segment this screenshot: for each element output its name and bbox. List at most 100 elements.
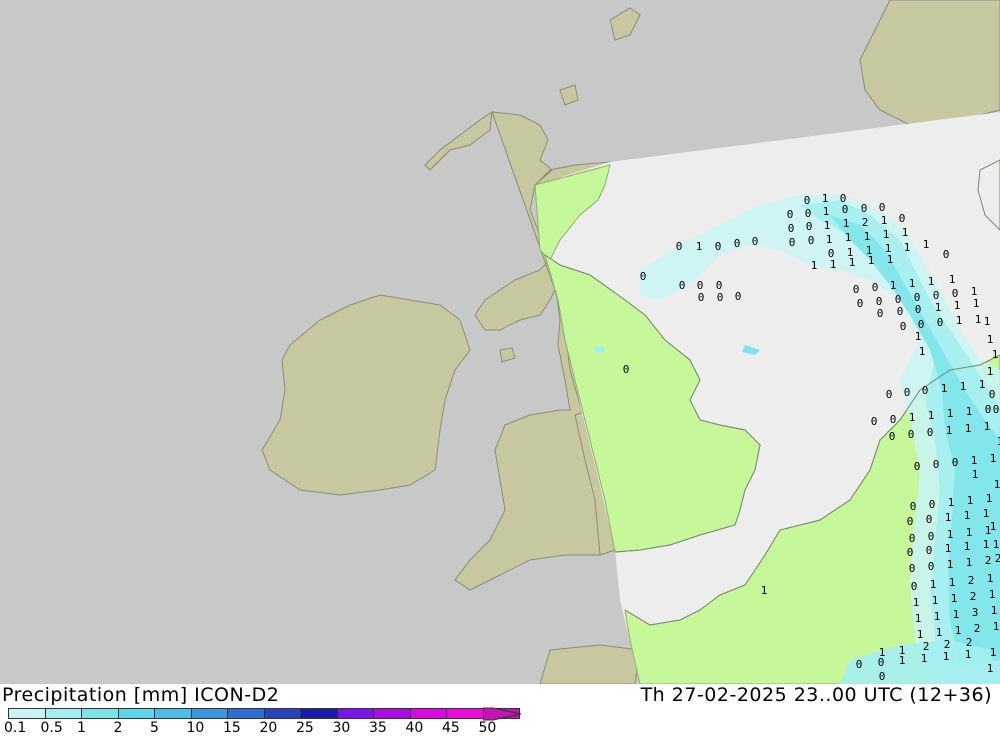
precip-value: 1 [883,228,890,241]
precip-value: 1 [987,662,994,675]
precip-value: 1 [951,592,958,605]
legend-label: 45 [442,720,460,736]
precip-value: 0 [842,203,849,216]
precip-value: 1 [987,365,994,378]
legend-label: 40 [405,720,424,736]
precip-value: 0 [900,320,907,333]
precip-value: 0 [752,235,759,248]
precip-value: 0 [808,234,815,247]
precip-value: 0 [927,426,934,439]
legend-swatch [117,708,155,719]
precip-value: 0 [879,201,886,214]
legend-swatch [44,708,82,719]
legend-label: 30 [332,720,351,736]
precip-value: 0 [907,546,914,559]
precip-value: 1 [811,259,818,272]
precip-value: 1 [947,558,954,571]
precip-value: 1 [985,524,992,537]
precip-value: 1 [864,230,871,243]
precip-value: 1 [983,507,990,520]
precip-value: 0 [698,291,705,304]
precip-value: 0 [679,279,686,292]
precip-value: 0 [861,202,868,215]
precip-value: 1 [909,277,916,290]
legend-swatch [8,708,46,719]
precip-value: 1 [972,468,979,481]
precip-value: 1 [945,511,952,524]
precip-value: 0 [789,236,796,249]
precip-value: 0 [908,428,915,441]
precip-value: 1 [989,588,996,601]
precip-value: 1 [949,273,956,286]
precip-value: 1 [823,205,830,218]
precip-value: 1 [953,608,960,621]
legend-label: 25 [296,720,314,736]
precip-value: 1 [990,452,997,465]
precip-value: 1 [973,297,980,310]
precip-value: 1 [932,594,939,607]
precip-value: 2 [970,590,977,603]
precip-value: 1 [904,241,911,254]
precip-value: 0 [911,580,918,593]
legend-swatch [263,708,301,719]
legend-swatch [81,708,119,719]
precip-value: 0 [910,500,917,513]
precip-value: 0 [877,307,884,320]
precip-value: 1 [845,231,852,244]
precip-value: 0 [937,316,944,329]
precip-value: 1 [946,424,953,437]
color-legend: 0.1 0.5 1 2 5 10 15 20 25 30 35 40 45 50 [0,706,530,736]
precip-value: 1 [824,219,831,232]
precip-value: 1 [979,378,986,391]
precip-value: 1 [992,348,999,361]
precip-value: 1 [954,299,961,312]
precip-value: 1 [949,576,956,589]
precip-value: 1 [761,584,768,597]
legend-label: 5 [150,720,159,736]
precip-value: 1 [890,279,897,292]
precip-value: 1 [964,540,971,553]
precip-value: 1 [967,494,974,507]
precip-value: 1 [960,380,967,393]
precip-value: 1 [945,542,952,555]
precip-value: 1 [975,313,982,326]
precip-value: 0 [897,305,904,318]
precip-value: 1 [830,258,837,271]
precip-value: 1 [902,226,909,239]
precip-value: 0 [879,670,886,683]
legend-label: 2 [113,720,123,736]
precip-value: 1 [993,620,1000,633]
precip-value: 1 [899,654,906,667]
precip-value: 0 [928,560,935,573]
precip-value: 0 [788,222,795,235]
precip-value: 0 [735,290,742,303]
precip-value: 0 [804,194,811,207]
precip-value: 0 [676,240,683,253]
precip-value: 1 [915,612,922,625]
precip-value: 0 [933,458,940,471]
legend-label: 50 [478,720,497,736]
precip-value: 0 [928,530,935,543]
precip-value: 0 [985,403,992,416]
precip-value: 1 [909,411,916,424]
precip-value: 0 [904,386,911,399]
precip-value: 1 [923,238,930,251]
precip-value: 0 [805,207,812,220]
chart-title: Precipitation [mm] ICON-D2 [2,684,280,706]
precip-value: 1 [928,275,935,288]
legend-label: 1 [77,720,86,736]
precip-value: 1 [986,492,993,505]
precip-value: 1 [971,454,978,467]
precip-value: 1 [887,253,894,266]
precip-value: 2 [968,574,975,587]
precip-value: 1 [868,254,875,267]
precip-value: 2 [862,216,869,229]
precip-value: 1 [843,217,850,230]
precip-value: 0 [993,403,1000,416]
valid-time: Th 27-02-2025 23..00 UTC (12+36) [640,684,992,706]
legend-label: 20 [259,720,278,736]
precip-value: 1 [993,538,1000,551]
precip-value: 0 [857,297,864,310]
precip-value: 0 [943,248,950,261]
legend-label: 0.1 [4,720,27,736]
